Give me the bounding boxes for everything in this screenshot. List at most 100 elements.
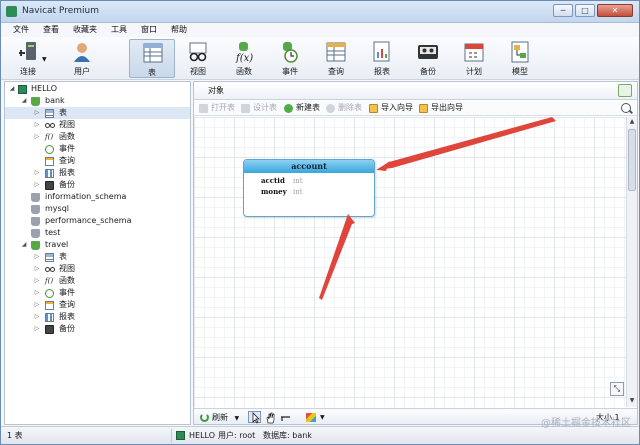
status-object-count: 1 表 (7, 431, 23, 440)
tree-bank-tables[interactable]: ▷ 表 (5, 107, 190, 119)
expand-icon[interactable]: ▷ (33, 323, 41, 335)
menu-favorites[interactable]: 收藏夹 (66, 23, 104, 37)
connect-dropdown-icon[interactable]: ▼ (42, 56, 47, 63)
expand-icon[interactable]: ▷ (33, 275, 41, 287)
user-icon (74, 43, 90, 62)
delete-table-label: 删除表 (338, 103, 362, 112)
table-button[interactable]: 表 (129, 39, 175, 78)
database-icon (31, 97, 40, 106)
expand-icon[interactable]: ▷ (33, 287, 41, 299)
add-tab-icon[interactable] (618, 84, 632, 97)
hand-tool[interactable] (263, 411, 276, 424)
menu-tools[interactable]: 工具 (104, 23, 134, 37)
backup-icon (45, 325, 54, 334)
line-tool[interactable] (278, 411, 291, 423)
expand-icon[interactable]: ▷ (33, 179, 41, 191)
scroll-thumb[interactable] (628, 129, 636, 191)
database-icon (31, 193, 40, 202)
tree-label: 视图 (59, 120, 75, 129)
close-button[interactable]: ✕ (597, 4, 633, 17)
expand-icon[interactable]: ▷ (33, 263, 41, 275)
expand-icon[interactable]: ▷ (33, 299, 41, 311)
svg-text:f(x): f(x) (235, 53, 253, 63)
maximize-button[interactable]: □ (575, 4, 595, 17)
query-label: 查询 (328, 67, 344, 76)
table-icon (45, 109, 54, 118)
scroll-up-icon[interactable]: ▲ (628, 118, 636, 126)
expand-icon[interactable]: ▷ (33, 131, 41, 143)
vertical-scrollbar[interactable]: ▲ ▼ (626, 117, 637, 407)
expand-icon[interactable]: ▷ (33, 251, 41, 263)
tree-label: 报表 (59, 312, 75, 321)
view-button[interactable]: 视图 (175, 39, 221, 78)
collapse-icon[interactable]: ◢ (8, 83, 16, 95)
import-wizard-label: 导入向导 (381, 103, 413, 112)
model-button[interactable]: 模型 (497, 39, 543, 78)
refresh-label: 刷新 (212, 413, 228, 422)
scroll-down-icon[interactable]: ▼ (628, 397, 636, 405)
object-tab-bar: 对象 (194, 82, 637, 100)
import-wizard-button[interactable]: 导入向导 (369, 102, 413, 114)
tree-label: 备份 (59, 180, 75, 189)
expand-icon[interactable]: ▷ (33, 167, 41, 179)
tree-label: 函数 (59, 276, 75, 285)
view-icon (189, 42, 207, 62)
schedule-button[interactable]: 计划 (451, 39, 497, 78)
collapse-icon[interactable]: ◢ (20, 239, 28, 251)
report-button[interactable]: 报表 (359, 39, 405, 78)
er-diagram-canvas[interactable]: account acctid int money int (194, 117, 626, 407)
object-action-bar: 打开表 设计表 新建表 删除表 导入向导 导出向导 (194, 101, 637, 116)
watermark: @稀土掘金技术社区 (541, 418, 631, 429)
tab-objects[interactable]: 对象 (208, 85, 224, 96)
report-label: 报表 (374, 67, 390, 76)
event-button[interactable]: 事件 (267, 39, 313, 78)
window-controls: ─ □ ✕ (553, 4, 633, 19)
function-icon: f() (45, 133, 54, 141)
backup-button[interactable]: 备份 (405, 39, 451, 78)
database-icon (31, 217, 40, 226)
new-table-icon (284, 104, 293, 113)
collapse-icon[interactable]: ◢ (20, 95, 28, 107)
query-button[interactable]: 查询 (313, 39, 359, 78)
export-wizard-button[interactable]: 导出向导 (419, 102, 463, 114)
pointer-tool[interactable] (248, 411, 261, 424)
minimize-button[interactable]: ─ (553, 4, 573, 17)
tree-label: travel (45, 240, 69, 249)
database-icon (31, 205, 40, 214)
user-button[interactable]: 用户 (59, 39, 105, 78)
refresh-button[interactable]: 刷新 ▼ (200, 412, 239, 423)
fit-to-window-button[interactable]: ⤡ (610, 382, 624, 396)
calendar-icon (464, 43, 484, 62)
function-button[interactable]: f(x) 函数 (221, 39, 267, 78)
expand-icon[interactable]: ▷ (33, 119, 41, 131)
connect-label: 连接 (20, 67, 36, 76)
connection-icon (18, 85, 27, 94)
view-icon (45, 265, 55, 274)
menu-view[interactable]: 查看 (36, 23, 66, 37)
connect-button[interactable]: ▼ 连接 (5, 39, 51, 78)
model-icon (511, 41, 529, 63)
refresh-dropdown-icon[interactable]: ▼ (235, 415, 240, 422)
delete-table-button[interactable]: 删除表 (326, 102, 362, 114)
menu-window[interactable]: 窗口 (134, 23, 164, 37)
new-table-button[interactable]: 新建表 (284, 102, 320, 114)
report-icon (373, 41, 390, 62)
open-table-button[interactable]: 打开表 (199, 102, 235, 114)
tree-label: 表 (59, 252, 67, 261)
tree-label: performance_schema (45, 216, 132, 225)
tree-label: 事件 (59, 288, 75, 297)
search-icon[interactable] (621, 103, 631, 113)
menu-help[interactable]: 帮助 (164, 23, 194, 37)
expand-icon[interactable]: ▷ (33, 107, 41, 119)
annotation-arrows (319, 117, 556, 300)
menu-file[interactable]: 文件 (6, 23, 36, 37)
window-title: Navicat Premium (22, 6, 99, 16)
color-dropdown-icon[interactable]: ▼ (320, 412, 325, 423)
tree-label: 查询 (59, 300, 75, 309)
delete-table-icon (326, 104, 335, 113)
color-icon[interactable] (306, 413, 316, 422)
main-toolbar: ▼ 连接 用户 表 视图 f(x) 函数 事件 查询 报表 备份 计划 模型 (1, 37, 639, 80)
view-label: 视图 (190, 67, 206, 76)
design-table-button[interactable]: 设计表 (241, 102, 277, 114)
expand-icon[interactable]: ▷ (33, 311, 41, 323)
